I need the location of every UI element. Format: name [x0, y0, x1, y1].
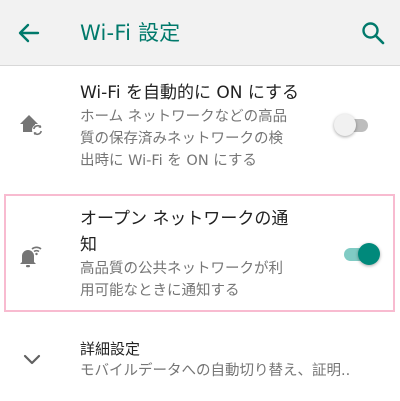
setting-title: 詳細設定: [80, 340, 141, 358]
page-title: Wi-Fi 設定: [80, 21, 181, 45]
arrow-back-icon: [18, 23, 40, 43]
notification-wifi-icon: [17, 243, 45, 273]
back-button[interactable]: [14, 19, 44, 47]
title-line: 知: [80, 235, 97, 255]
setting-summary: 高品質の公共ネットワークが利 用可能なときに通知する: [80, 258, 283, 302]
chevron-down-icon: [20, 350, 44, 374]
setting-title: Wi-Fi を自動的に ON にする: [80, 83, 300, 103]
wifi-settings-screen: Wi-Fi 設定 Wi-Fi を自動的に ON にする ホーム ネットワークなど…: [0, 0, 400, 401]
open-network-notification-toggle[interactable]: [340, 243, 380, 265]
setting-open-network-notification[interactable]: オープン ネットワークの通 知 高品質の公共ネットワークが利 用可能なときに通知…: [0, 196, 400, 310]
toggle-thumb: [334, 114, 356, 136]
title-line: オープン ネットワークの通: [80, 209, 289, 229]
summary-line: 用可能なときに通知する: [80, 283, 240, 299]
setting-auto-wifi-on[interactable]: Wi-Fi を自動的に ON にする ホーム ネットワークなどの高品 質の保存済…: [0, 66, 400, 188]
app-bar: Wi-Fi 設定: [0, 0, 400, 66]
summary-line: ホーム ネットワークなどの高品: [80, 109, 288, 125]
search-button[interactable]: [358, 18, 388, 48]
summary-line: 出時に Wi-Fi を ON にする: [80, 153, 257, 169]
summary-line: 質の保存済みネットワークの検: [80, 131, 283, 147]
toggle-thumb: [358, 243, 380, 265]
setting-summary: ホーム ネットワークなどの高品 質の保存済みネットワークの検 出時に Wi-Fi…: [80, 106, 287, 172]
setting-summary: モバイルデータへの自動切り替え、証明..: [80, 363, 351, 379]
wifi-home-auto-icon: [18, 112, 46, 142]
summary-line: 高品質の公共ネットワークが利: [80, 261, 283, 277]
setting-title: オープン ネットワークの通 知: [80, 206, 288, 258]
auto-wifi-toggle[interactable]: [334, 114, 374, 136]
setting-advanced[interactable]: 詳細設定 モバイルデータへの自動切り替え、証明..: [0, 330, 400, 401]
search-icon: [362, 22, 385, 45]
